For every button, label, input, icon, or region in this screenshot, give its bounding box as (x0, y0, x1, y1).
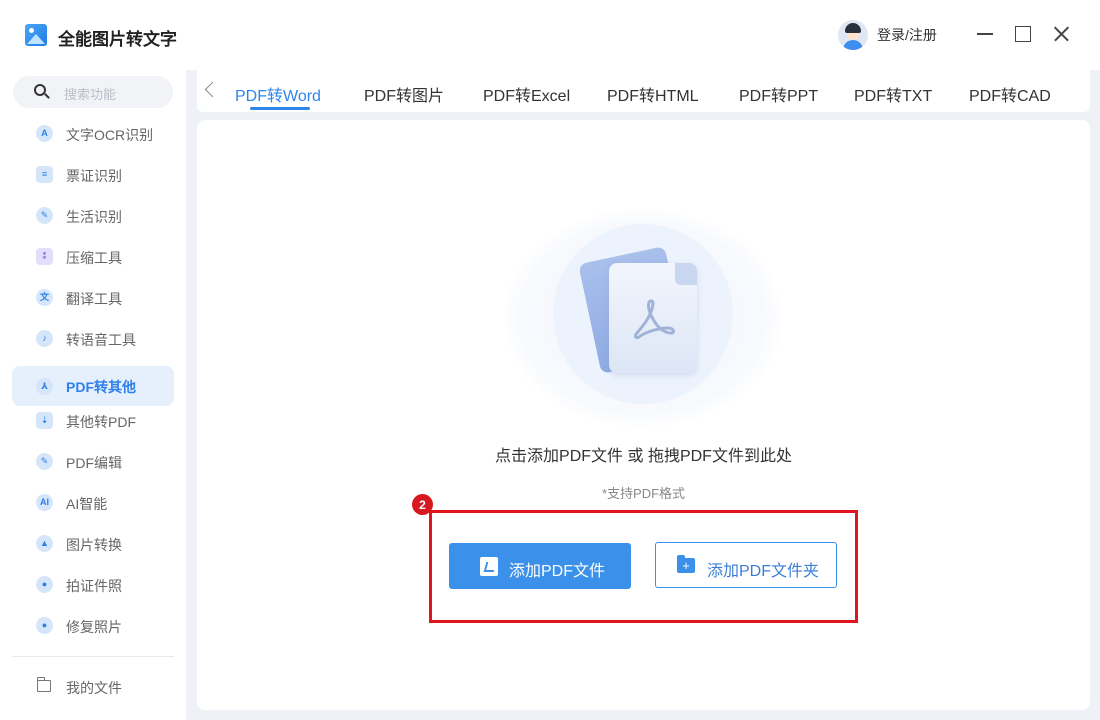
to-pdf-icon: ⇣ (36, 412, 53, 429)
add-pdf-folder-label: 添加PDF文件夹 (707, 563, 820, 580)
sidebar-item-label: 修复照片 (66, 619, 122, 635)
maximize-button[interactable] (1012, 23, 1034, 45)
sidebar-item-my-files[interactable]: 我的文件 (66, 678, 122, 698)
sidebar-item-label: 转语音工具 (66, 332, 136, 348)
sidebar-item-label: PDF编辑 (66, 455, 122, 471)
tab[interactable]: PDF转CAD (969, 82, 1051, 106)
sidebar-item-label: 翻译工具 (66, 291, 122, 307)
camera-icon: ● (36, 576, 53, 593)
folder-icon (36, 677, 51, 692)
pen-icon: ✎ (36, 207, 53, 224)
sidebar-item-label: 文字OCR识别 (66, 127, 154, 143)
add-pdf-file-button[interactable]: 添加PDF文件 (449, 543, 631, 589)
compress-icon: ⁑ (36, 248, 53, 265)
sidebar-item[interactable]: 文翻译工具 (12, 278, 174, 316)
folder-add-icon (677, 555, 695, 573)
tab[interactable]: PDF转Excel (483, 82, 570, 106)
chevron-left-icon[interactable] (204, 81, 221, 98)
search-input[interactable]: 搜索功能 (13, 76, 173, 108)
tab[interactable]: PDF转Word (235, 82, 321, 106)
sidebar-item[interactable]: ● 拍证件照 (12, 565, 174, 603)
ticket-icon: ≡ (36, 166, 53, 183)
sidebar-divider (12, 656, 174, 657)
login-button[interactable]: 登录/注册 (838, 20, 937, 50)
sidebar-item-label: 生活识别 (66, 209, 122, 225)
sidebar-item-label: AI智能 (66, 496, 108, 512)
sidebar-item[interactable]: ✎ PDF编辑 (12, 442, 174, 480)
sidebar-item[interactable]: ♪ 转语音工具 (12, 319, 174, 357)
ocr-icon: A (36, 125, 53, 142)
edit-icon: ✎ (36, 453, 53, 470)
sidebar-item[interactable]: ✎ 生活识别 (12, 196, 174, 234)
pdf-document-icon (609, 263, 697, 373)
search-placeholder: 搜索功能 (64, 87, 117, 102)
avatar-icon (838, 20, 868, 50)
pdf-file-icon (480, 557, 498, 576)
image-icon: ▲ (36, 535, 53, 552)
sidebar-item-label: 票证识别 (66, 168, 122, 184)
add-pdf-file-label: 添加PDF文件 (509, 563, 606, 580)
tab[interactable]: PDF转HTML (607, 82, 699, 106)
minimize-button[interactable] (974, 23, 996, 45)
sidebar-item[interactable]: A 文字OCR识别 (12, 114, 174, 152)
add-pdf-folder-button[interactable]: 添加PDF文件夹 (655, 542, 837, 588)
tab[interactable]: PDF转PPT (739, 82, 818, 106)
app-title: 全能图片转文字 (58, 30, 177, 49)
login-label: 登录/注册 (877, 27, 937, 43)
tab[interactable]: PDF转TXT (854, 82, 932, 106)
sidebar: 搜索功能 A 文字OCR识别 ≡ 票证识别 ✎ 生活识别 ⁑ 压缩工具文翻译工具 ♪ 转语音工具 ⅄… (0, 70, 186, 720)
tab[interactable]: PDF转图片 (364, 82, 444, 106)
close-window-button[interactable] (1050, 23, 1072, 45)
title-bar: 全能图片转文字 登录/注册 (0, 0, 1100, 70)
sidebar-item[interactable]: ⇣ 其他转PDF (12, 401, 174, 439)
ai-icon: AI (36, 494, 53, 511)
translate-icon: 文 (36, 289, 53, 306)
music-icon: ♪ (36, 330, 53, 347)
sidebar-item-label: 压缩工具 (66, 250, 122, 266)
sidebar-item-label: 其他转PDF (66, 414, 136, 430)
person-icon: ● (36, 617, 53, 634)
upload-panel[interactable]: 点击添加PDF文件 或 拖拽PDF文件到此处 *支持PDF格式 2 添加PDF文… (197, 120, 1090, 710)
sidebar-item[interactable]: ⅄ PDF转其他 (12, 366, 174, 406)
sidebar-item[interactable]: ≡ 票证识别 (12, 155, 174, 193)
acrobat-icon (634, 299, 675, 340)
step-badge: 2 (412, 494, 433, 515)
sidebar-item[interactable]: ⁑ 压缩工具 (12, 237, 174, 275)
sidebar-item-label: 图片转换 (66, 537, 122, 553)
sidebar-item[interactable]: AI AI智能 (12, 483, 174, 521)
sidebar-item-label: PDF转其他 (66, 379, 136, 395)
drop-hint-text: 点击添加PDF文件 或 拖拽PDF文件到此处 (495, 448, 792, 465)
format-hint-text: *支持PDF格式 (601, 486, 686, 501)
tab-bar: PDF转Word PDF转图片 PDF转Excel PDF转HTML PDF转PPT PD… (197, 70, 1090, 112)
sidebar-item[interactable]: ▲ 图片转换 (12, 524, 174, 562)
sidebar-item[interactable]: ● 修复照片 (12, 606, 174, 644)
search-icon (34, 84, 50, 99)
app-logo-icon (25, 24, 47, 46)
sidebar-item-label: 拍证件照 (66, 578, 122, 594)
pdf-convert-icon: ⅄ (36, 378, 53, 395)
active-tab-indicator (250, 107, 310, 110)
